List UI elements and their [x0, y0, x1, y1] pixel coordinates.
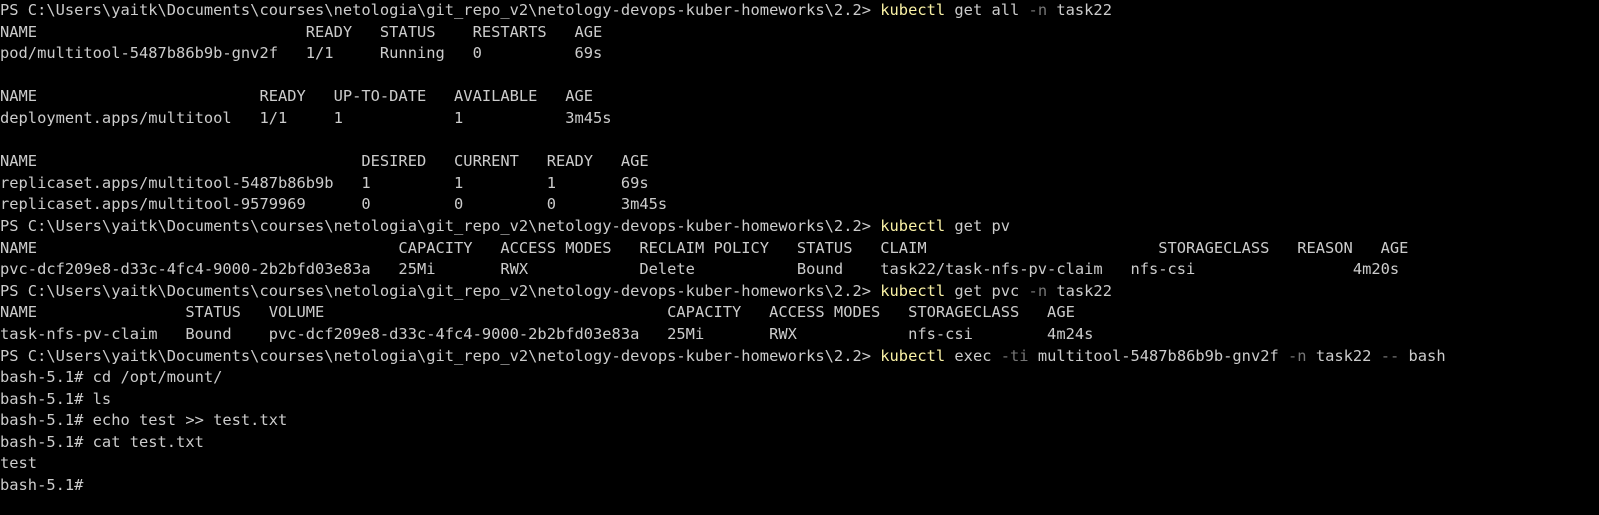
command-name: kubectl — [880, 346, 946, 365]
shell-prompt: PS C:\Users\yaitk\Documents\courses\neto… — [0, 216, 881, 235]
command-flag: -n — [1288, 346, 1307, 365]
command-line: PS C:\Users\yaitk\Documents\courses\neto… — [0, 216, 1599, 238]
output-line: bash-5.1# — [0, 476, 93, 495]
output-line: bash-5.1# echo test >> test.txt — [0, 411, 288, 430]
shell-prompt: PS C:\Users\yaitk\Documents\courses\neto… — [0, 346, 881, 365]
command-argument: get pvc — [945, 281, 1029, 300]
output-line: NAME READY STATUS RESTARTS AGE — [0, 22, 603, 41]
command-name: kubectl — [880, 216, 946, 235]
output-line: test — [0, 454, 38, 473]
command-name: kubectl — [880, 281, 946, 300]
command-line: PS C:\Users\yaitk\Documents\courses\neto… — [0, 346, 1599, 368]
output-line: replicaset.apps/multitool-5487b86b9b 1 1… — [0, 173, 649, 192]
output-line: task-nfs-pv-claim Bound pvc-dcf209e8-d33… — [0, 324, 1094, 343]
command-line: PS C:\Users\yaitk\Documents\courses\neto… — [0, 281, 1599, 303]
output-line: deployment.apps/multitool 1/1 1 1 3m45s — [0, 108, 612, 127]
command-argument: task22 — [1047, 281, 1112, 300]
command-argument: task22 — [1047, 1, 1112, 19]
output-line: NAME READY UP-TO-DATE AVAILABLE AGE — [0, 87, 594, 106]
command-line: PS C:\Users\yaitk\Documents\courses\neto… — [0, 0, 1599, 22]
terminal-window[interactable]: PS C:\Users\yaitk\Documents\courses\neto… — [0, 0, 1599, 515]
command-argument: task22 — [1306, 346, 1381, 365]
command-flag: -- — [1380, 346, 1400, 365]
output-line: pod/multitool-5487b86b9b-gnv2f 1/1 Runni… — [0, 44, 603, 63]
output-line: replicaset.apps/multitool-9579969 0 0 0 … — [0, 195, 668, 214]
output-line: bash-5.1# cd /opt/mount/ — [0, 368, 223, 387]
output-line: NAME DESIRED CURRENT READY AGE — [0, 152, 649, 171]
output-line: NAME STATUS VOLUME CAPACITY ACCESS MODES… — [0, 303, 1075, 322]
command-flag: -n — [1028, 281, 1048, 300]
output-line: bash-5.1# ls — [0, 389, 112, 408]
command-argument: get pv — [945, 216, 1011, 235]
command-argument: multitool-5487b86b9b-gnv2f — [1028, 346, 1289, 365]
command-argument: get all — [945, 1, 1029, 19]
output-line: NAME CAPACITY ACCESS MODES RECLAIM POLIC… — [0, 238, 1409, 257]
command-argument: exec — [945, 346, 1001, 365]
output-line: bash-5.1# cat test.txt — [0, 432, 204, 451]
command-flag: -n — [1028, 1, 1048, 19]
command-argument: bash — [1399, 346, 1446, 365]
shell-prompt: PS C:\Users\yaitk\Documents\courses\neto… — [0, 281, 881, 300]
shell-prompt: PS C:\Users\yaitk\Documents\courses\neto… — [0, 1, 881, 19]
command-flag: -ti — [1000, 346, 1029, 365]
output-line: pvc-dcf209e8-d33c-4fc4-9000-2b2bfd03e83a… — [0, 260, 1400, 279]
command-name: kubectl — [880, 1, 946, 19]
